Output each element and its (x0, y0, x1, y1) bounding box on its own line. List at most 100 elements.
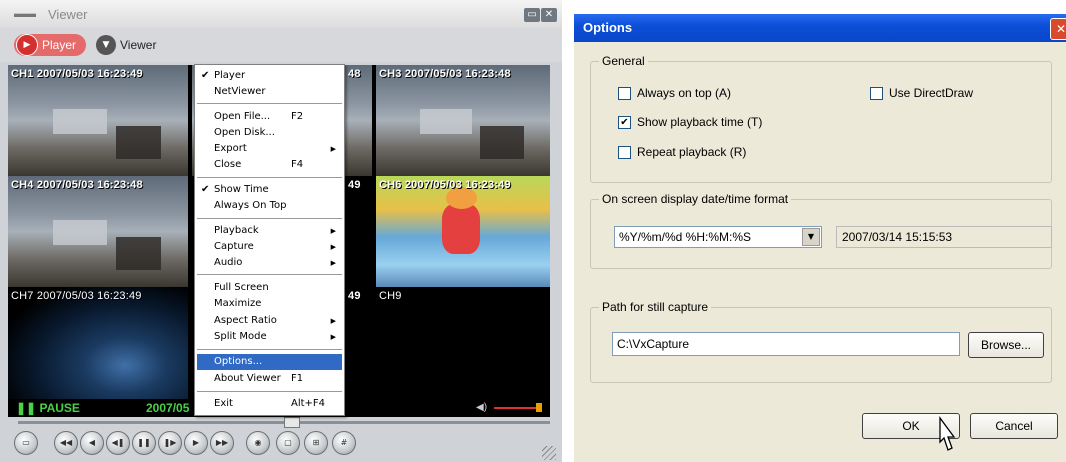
menu-item-always-on-top[interactable]: Always On Top (197, 198, 342, 214)
quad-view-icon[interactable]: ⊞ (304, 431, 328, 455)
checkmark-icon: ✔ (201, 70, 210, 81)
menu-item-maximize[interactable]: Maximize (197, 296, 342, 312)
channel-cell[interactable]: CH6 2007/05/03 16:23:49 (376, 176, 550, 287)
pause-label: PAUSE (39, 401, 80, 415)
date-format-select[interactable]: %Y/%m/%d %H:%M:%S ▼ (614, 226, 822, 248)
menu-item-shortcut: Alt+F4 (291, 398, 326, 409)
channel-label: 48 (348, 68, 361, 80)
step-back-icon[interactable]: ◀❚ (106, 431, 130, 455)
channel-video (8, 176, 188, 287)
fast-forward-icon[interactable]: ▶▶ (210, 431, 234, 455)
channel-label: CH1 2007/05/03 16:23:49 (11, 68, 143, 80)
menu-separator (197, 218, 342, 219)
menu-separator (197, 274, 342, 275)
skip-start-icon[interactable]: ◀◀ (54, 431, 78, 455)
camera-icon[interactable]: ◉ (246, 431, 270, 455)
menu-item-playback[interactable]: Playback ▶ (197, 223, 342, 239)
menu-item-label: Split Mode (214, 331, 267, 342)
menu-item-aspect-ratio[interactable]: Aspect Ratio ▶ (197, 313, 342, 329)
checkbox-box[interactable] (618, 86, 631, 100)
close-icon[interactable]: ✕ (541, 8, 557, 22)
channel-video (8, 65, 188, 176)
menu-item-open-disk[interactable]: Open Disk... (197, 125, 342, 141)
repeat-playback-checkbox[interactable]: Repeat playback (R) (618, 145, 746, 159)
nine-view-icon[interactable]: # (332, 431, 356, 455)
menu-item-label: Player (214, 70, 246, 81)
channel-cell[interactable]: CH9 (376, 287, 550, 399)
single-view-icon[interactable]: ▢ (276, 431, 300, 455)
ok-button-label: OK (902, 419, 920, 433)
channel-label: CH3 2007/05/03 16:23:48 (379, 68, 511, 80)
checkbox-box[interactable]: ✔ (618, 115, 631, 129)
capture-path-value: C:\VxCapture (617, 337, 690, 351)
menu-separator (197, 391, 342, 392)
volume-knob[interactable] (536, 403, 542, 412)
close-icon[interactable]: ✕ (1050, 18, 1066, 40)
show-playback-time-checkbox[interactable]: ✔ Show playback time (T) (618, 115, 762, 129)
menu-item-full-screen[interactable]: Full Screen (197, 280, 342, 296)
chevron-down-icon[interactable]: ▼ (802, 228, 820, 246)
seek-knob[interactable] (284, 417, 300, 428)
viewer-title-bar[interactable]: ▬▬ Viewer ▭ ✕ (0, 0, 562, 28)
menu-item-exit[interactable]: Exit Alt+F4 (197, 396, 342, 412)
channel-video (376, 176, 550, 287)
submenu-arrow-icon: ▶ (330, 243, 336, 251)
channel-label: CH7 2007/05/03 16:23:49 (11, 290, 142, 302)
channel-label: 49 (348, 290, 361, 302)
menu-item-capture[interactable]: Capture ▶ (197, 239, 342, 255)
menu-item-options[interactable]: Options... (197, 354, 342, 370)
play-icon: ▶ (16, 34, 38, 56)
minimize-icon[interactable]: ▭ (524, 8, 540, 22)
channel-video (8, 287, 188, 399)
channel-cell[interactable]: CH3 2007/05/03 16:23:48 (376, 65, 550, 176)
viewer-app-icon: ▬▬ (14, 8, 36, 20)
menu-item-split-mode[interactable]: Split Mode ▶ (197, 329, 342, 345)
menu-item-close[interactable]: Close F4 (197, 157, 342, 173)
speaker-icon[interactable]: ◀) (476, 402, 487, 413)
menu-item-label: Exit (214, 398, 233, 409)
capture-path-input[interactable]: C:\VxCapture (612, 332, 960, 356)
player-mode-label: Player (42, 38, 77, 52)
open-file-icon[interactable]: ▭ (14, 431, 38, 455)
menu-item-player[interactable]: ✔ Player (197, 68, 342, 84)
menu-item-about[interactable]: About Viewer F1 (197, 371, 342, 387)
menu-item-netviewer[interactable]: NetViewer (197, 84, 342, 100)
date-format-preview-value: 2007/03/14 15:15:53 (842, 230, 953, 244)
browse-button[interactable]: Browse... (968, 332, 1044, 358)
pause-icon[interactable]: ❚❚ (132, 431, 156, 455)
options-dialog: Options ✕ General Always on top (A) Use … (574, 14, 1066, 462)
rewind-icon[interactable]: ◀ (80, 431, 104, 455)
cancel-button-label: Cancel (995, 419, 1033, 433)
player-mode-button[interactable]: ▶ Player (14, 34, 87, 56)
menu-item-show-time[interactable]: ✔ Show Time (197, 182, 342, 198)
viewer-mode-button[interactable]: ▼ Viewer (96, 34, 156, 56)
mode-bar: ▶ Player ▼ Viewer (0, 28, 562, 62)
channel-cell[interactable]: CH7 2007/05/03 16:23:49 (8, 287, 188, 399)
cancel-button[interactable]: Cancel (970, 413, 1058, 439)
play-icon[interactable]: ▶ (184, 431, 208, 455)
checkbox-box[interactable] (618, 145, 631, 159)
always-on-top-checkbox[interactable]: Always on top (A) (618, 86, 731, 100)
menu-item-label: Full Screen (214, 282, 269, 293)
channel-cell[interactable]: CH1 2007/05/03 16:23:49 (8, 65, 188, 176)
menu-item-label: Options... (214, 356, 263, 367)
step-forward-icon[interactable]: ❚▶ (158, 431, 182, 455)
channel-video (376, 65, 550, 176)
menu-item-open-file[interactable]: Open File... F2 (197, 109, 342, 125)
menu-item-label: Maximize (214, 298, 262, 309)
checkbox-box[interactable] (870, 86, 883, 100)
pause-indicator: ❚❚ PAUSE (16, 401, 80, 415)
resize-grip[interactable] (542, 446, 556, 460)
options-title: Options (583, 20, 633, 35)
submenu-arrow-icon: ▶ (330, 145, 336, 153)
menu-item-audio[interactable]: Audio ▶ (197, 255, 342, 271)
submenu-arrow-icon: ▶ (330, 227, 336, 235)
menu-item-label: Open Disk... (214, 127, 275, 138)
options-title-bar[interactable]: Options (574, 14, 1066, 42)
submenu-arrow-icon: ▶ (330, 333, 336, 341)
menu-item-export[interactable]: Export ▶ (197, 141, 342, 157)
use-directdraw-checkbox[interactable]: Use DirectDraw (870, 86, 973, 100)
menu-item-label: About Viewer (214, 373, 281, 384)
channel-cell[interactable]: CH4 2007/05/03 16:23:48 (8, 176, 188, 287)
volume-slider[interactable] (494, 407, 538, 409)
